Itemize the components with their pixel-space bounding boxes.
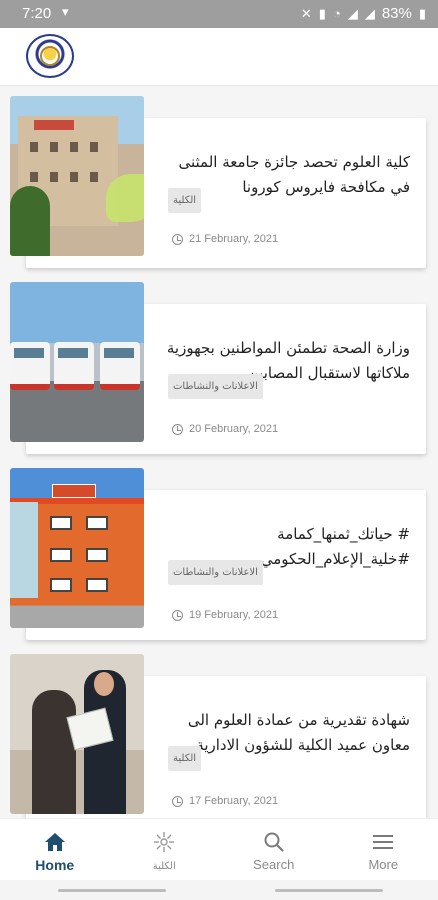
nav-more-label: More <box>368 857 399 872</box>
gesture-line <box>275 889 383 892</box>
window <box>50 516 72 530</box>
news-date: 17 February, 2021 <box>189 795 279 807</box>
window <box>90 142 98 152</box>
news-category-tag[interactable]: الاعلانات والنشاطات <box>168 374 263 399</box>
window <box>70 142 78 152</box>
news-date-row: 17 February, 2021 <box>172 795 278 807</box>
battery-icon: ▮ <box>418 5 426 21</box>
bottom-navigation: Home الكلية Search More <box>0 818 438 880</box>
system-gesture-bar <box>0 880 438 900</box>
clock-icon <box>172 233 183 245</box>
news-date-row: 20 February, 2021 <box>172 423 278 435</box>
clock-icon <box>172 795 183 807</box>
window <box>50 578 72 592</box>
window <box>86 578 108 592</box>
building-sign <box>52 484 96 498</box>
leaf-shape <box>106 174 144 222</box>
news-card[interactable]: وزارة الصحة تطمئن المواطنين بجهوزية ملاك… <box>10 282 428 454</box>
glass-facade <box>10 502 38 598</box>
signal-icon: ◢ <box>347 5 358 21</box>
news-thumbnail-image[interactable] <box>10 468 144 628</box>
news-card[interactable]: كلية العلوم تحصد جائزة جامعة المثنى في م… <box>10 96 428 268</box>
wifi-icon: ◔ <box>332 6 341 21</box>
home-icon <box>0 829 110 853</box>
news-date: 19 February, 2021 <box>189 609 279 621</box>
mute-icon: ✕ <box>300 5 312 21</box>
nav-home-label: Home <box>35 857 75 873</box>
window <box>30 172 38 182</box>
app-header <box>0 28 438 86</box>
gesture-line <box>58 889 166 892</box>
status-time: 7:20 <box>22 5 52 22</box>
face-shape <box>94 672 114 696</box>
nav-home[interactable]: Home <box>0 819 110 880</box>
battery-percent: 83% <box>381 5 412 22</box>
ambulance-shape <box>10 342 50 390</box>
clock-icon <box>172 609 183 621</box>
tree-shape <box>10 186 50 256</box>
person-shape <box>32 690 76 814</box>
nav-college[interactable]: الكلية <box>110 819 220 880</box>
news-thumbnail-image[interactable] <box>10 282 144 442</box>
news-date-row: 21 February, 2021 <box>172 233 278 245</box>
search-icon <box>219 829 329 853</box>
news-thumbnail-image[interactable] <box>10 96 144 256</box>
status-bar: 7:20 ▾ ✕ ▮ ◔ ◢ ◢ 83% ▮ <box>0 0 438 28</box>
nav-search-label: Search <box>253 857 295 872</box>
nav-college-label: الكلية <box>152 861 176 872</box>
volume-icon: ▾ <box>62 4 69 19</box>
menu-icon <box>329 829 438 853</box>
window <box>30 142 38 152</box>
status-icons: ✕ ▮ ◔ ◢ ◢ 83% ▮ <box>301 5 426 22</box>
window <box>70 172 78 182</box>
news-card[interactable]: شهادة تقديرية من عمادة العلوم الى معاون … <box>10 654 428 818</box>
battery-saver-icon: ▮ <box>318 5 326 21</box>
ambulance-shape <box>54 342 94 390</box>
news-feed[interactable]: كلية العلوم تحصد جائزة جامعة المثنى في م… <box>0 86 438 818</box>
logo-emblem <box>40 46 60 66</box>
ambulance-shape <box>100 342 140 390</box>
college-logo-icon[interactable] <box>26 34 74 78</box>
window <box>86 516 108 530</box>
news-category-tag[interactable]: الكلية <box>168 188 202 213</box>
window <box>50 142 58 152</box>
nav-search[interactable]: Search <box>219 819 329 880</box>
building-sign <box>34 120 74 130</box>
window <box>50 172 58 182</box>
window <box>50 548 72 562</box>
news-date: 20 February, 2021 <box>189 423 279 435</box>
signal-icon-2: ◢ <box>364 5 375 21</box>
news-card[interactable]: # حياتك_ثمنها_كمامة #خلية_الإعلام_الحكوم… <box>10 468 428 640</box>
news-category-tag[interactable]: الاعلانات والنشاطات <box>168 560 263 585</box>
window <box>86 548 108 562</box>
news-date: 21 February, 2021 <box>189 233 279 245</box>
news-date-row: 19 February, 2021 <box>172 609 278 621</box>
clock-icon <box>172 423 183 435</box>
news-category-tag[interactable]: الكلية <box>168 746 202 771</box>
nav-more[interactable]: More <box>329 819 438 880</box>
college-icon <box>110 829 220 853</box>
window <box>90 172 98 182</box>
news-thumbnail-image[interactable] <box>10 654 144 814</box>
